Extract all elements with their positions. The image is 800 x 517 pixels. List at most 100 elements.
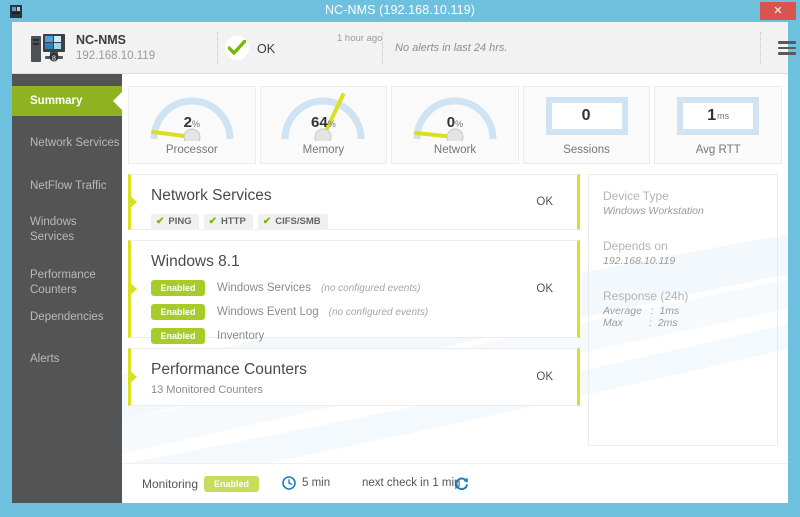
card-title: Performance Counters bbox=[151, 361, 307, 378]
svg-text:8: 8 bbox=[52, 56, 56, 63]
sidebar-item-netflow-traffic[interactable]: NetFlow Traffic bbox=[12, 179, 122, 194]
header-divider bbox=[217, 32, 218, 64]
device-ip: 192.168.10.119 bbox=[76, 50, 156, 62]
card-title: Network Services bbox=[151, 187, 272, 204]
header-divider-3 bbox=[760, 32, 761, 64]
metric-sessions[interactable]: 0 Sessions bbox=[522, 86, 651, 164]
window-title: NC-NMS (192.168.10.119) bbox=[324, 3, 476, 17]
check-icon: ✔ bbox=[262, 215, 272, 227]
card-status: OK bbox=[536, 196, 553, 208]
service-badge-ping[interactable]: ✔ PING bbox=[151, 214, 199, 230]
sessions-number: 0 bbox=[581, 107, 591, 124]
sessions-label: Sessions bbox=[563, 144, 610, 156]
hamburger-menu-icon[interactable] bbox=[778, 41, 796, 55]
network-unit: % bbox=[455, 119, 464, 129]
windows-feature-list: Enabled Windows Services (no configured … bbox=[151, 278, 428, 350]
service-badge-label: HTTP bbox=[221, 216, 246, 227]
sidebar-item-summary[interactable]: Summary bbox=[12, 86, 122, 116]
info-heading: Device Type bbox=[603, 189, 669, 203]
status-label: OK bbox=[257, 42, 276, 56]
card-status: OK bbox=[536, 371, 553, 383]
sidebar-item-alerts[interactable]: Alerts bbox=[12, 352, 122, 367]
info-response-max: Max : 2ms bbox=[603, 317, 678, 329]
card-windows[interactable]: Windows 8.1 Enabled Windows Services (no… bbox=[128, 240, 580, 344]
card-network-services[interactable]: Network Services ✔ PING ✔ HTTP ✔ CIFS/SM… bbox=[128, 174, 580, 230]
sidebar-item-label: NetFlow Traffic bbox=[30, 180, 107, 192]
network-value: 0% bbox=[447, 114, 463, 131]
metric-avg-rtt[interactable]: 1 ms Avg RTT bbox=[654, 86, 782, 164]
title-bar: NC-NMS (192.168.10.119) ✕ bbox=[0, 0, 800, 22]
sidebar-item-label: Dependencies bbox=[30, 311, 104, 323]
device-header: 8 NC-NMS 192.168.10.119 OK 1 hour ago No… bbox=[12, 22, 796, 74]
feature-note: (no configured events) bbox=[320, 282, 421, 294]
next-check-label: next check in 1 min bbox=[362, 477, 461, 489]
feature-label: Windows Event Log bbox=[217, 306, 319, 318]
processor-unit: % bbox=[191, 119, 200, 129]
sidebar-item-label: Summary bbox=[30, 95, 83, 107]
avg-rtt-box: 1 ms bbox=[677, 97, 760, 135]
card-performance-counters[interactable]: Performance Counters 13 Monitored Counte… bbox=[128, 348, 580, 406]
metric-memory[interactable]: 64% Memory bbox=[259, 86, 388, 164]
card-status: OK bbox=[536, 283, 553, 295]
sidebar: Summary Network Services NetFlow Traffic… bbox=[12, 74, 122, 503]
refresh-icon[interactable] bbox=[454, 476, 469, 496]
card-subtitle: 13 Monitored Counters bbox=[151, 384, 263, 396]
check-interval-label: 5 min bbox=[302, 477, 331, 489]
device-name: NC-NMS bbox=[76, 33, 126, 47]
green-check-icon bbox=[225, 36, 249, 60]
info-heading: Response (24h) bbox=[603, 289, 689, 303]
list-item[interactable]: Enabled Windows Event Log (no configured… bbox=[151, 302, 428, 322]
sidebar-item-label: Alerts bbox=[30, 353, 60, 365]
feature-label: Windows Services bbox=[217, 282, 311, 294]
metric-processor[interactable]: 2% Processor bbox=[128, 86, 256, 164]
avg-rtt-number: 1 bbox=[707, 107, 717, 124]
card-title: Windows 8.1 bbox=[151, 253, 240, 270]
list-item[interactable]: Enabled Windows Services (no configured … bbox=[151, 278, 428, 298]
info-depends-on: Depends on 192.168.10.119 bbox=[603, 239, 675, 267]
memory-unit: % bbox=[327, 119, 336, 129]
feature-label: Inventory bbox=[217, 330, 265, 342]
sessions-box: 0 bbox=[545, 97, 628, 135]
status-badge: Enabled bbox=[151, 280, 205, 296]
metric-network[interactable]: 0% Network bbox=[391, 86, 519, 164]
processor-label: Processor bbox=[165, 144, 218, 156]
network-label: Network bbox=[433, 144, 477, 156]
feature-note: (no configured events) bbox=[328, 306, 429, 318]
avg-rtt-unit: ms bbox=[717, 111, 730, 121]
info-value: 192.168.10.119 bbox=[603, 255, 676, 267]
status-bar: Monitoring Enabled 5 min next check in 1… bbox=[122, 463, 788, 503]
header-divider-2 bbox=[382, 32, 383, 64]
status-badge: Enabled bbox=[151, 328, 205, 344]
main-content: 2% Processor 64% Memory 0% Network 0 Ses… bbox=[122, 74, 788, 503]
monitoring-status-badge: Enabled bbox=[204, 476, 260, 492]
metrics-strip: 2% Processor 64% Memory 0% Network 0 Ses… bbox=[128, 86, 782, 164]
sidebar-item-performance-counters[interactable]: Performance Counters bbox=[12, 268, 122, 298]
service-badge-http[interactable]: ✔ HTTP bbox=[203, 214, 253, 230]
sidebar-item-label: Performance Counters bbox=[30, 269, 96, 296]
app-window: NC-NMS (192.168.10.119) ✕ 8 NC-NMS 192.1… bbox=[0, 0, 800, 517]
avg-rtt-label: Avg RTT bbox=[695, 144, 741, 156]
service-badge-cifs-smb[interactable]: ✔ CIFS/SMB bbox=[257, 214, 328, 230]
close-button[interactable]: ✕ bbox=[760, 2, 796, 20]
status-badge: Enabled bbox=[151, 304, 205, 320]
last-checked-label: 1 hour ago bbox=[337, 33, 383, 44]
info-response: Response (24h) Average : 1ms Max : 2ms bbox=[603, 289, 688, 329]
processor-value: 2% bbox=[184, 114, 200, 131]
list-item[interactable]: Enabled Inventory bbox=[151, 326, 428, 346]
check-icon: ✔ bbox=[208, 215, 218, 227]
info-value: Windows Workstation bbox=[603, 205, 704, 217]
check-icon: ✔ bbox=[156, 215, 165, 227]
sidebar-item-dependencies[interactable]: Dependencies bbox=[12, 310, 122, 325]
service-badge-label: CIFS/SMB bbox=[275, 216, 321, 227]
info-device-type: Device Type Windows Workstation bbox=[603, 189, 704, 217]
workstation-icon: 8 bbox=[30, 30, 68, 66]
info-heading: Depends on bbox=[603, 239, 668, 253]
sidebar-item-label: Windows Services bbox=[30, 216, 77, 243]
alerts-summary: No alerts in last 24 hrs. bbox=[395, 42, 508, 54]
clock-icon bbox=[282, 476, 296, 495]
device-info-panel: Device Type Windows Workstation Depends … bbox=[588, 174, 778, 446]
sidebar-item-network-services[interactable]: Network Services bbox=[12, 136, 122, 151]
service-badge-label: PING bbox=[168, 216, 192, 227]
sidebar-item-windows-services[interactable]: Windows Services bbox=[12, 215, 122, 245]
memory-value: 64% bbox=[311, 114, 336, 131]
